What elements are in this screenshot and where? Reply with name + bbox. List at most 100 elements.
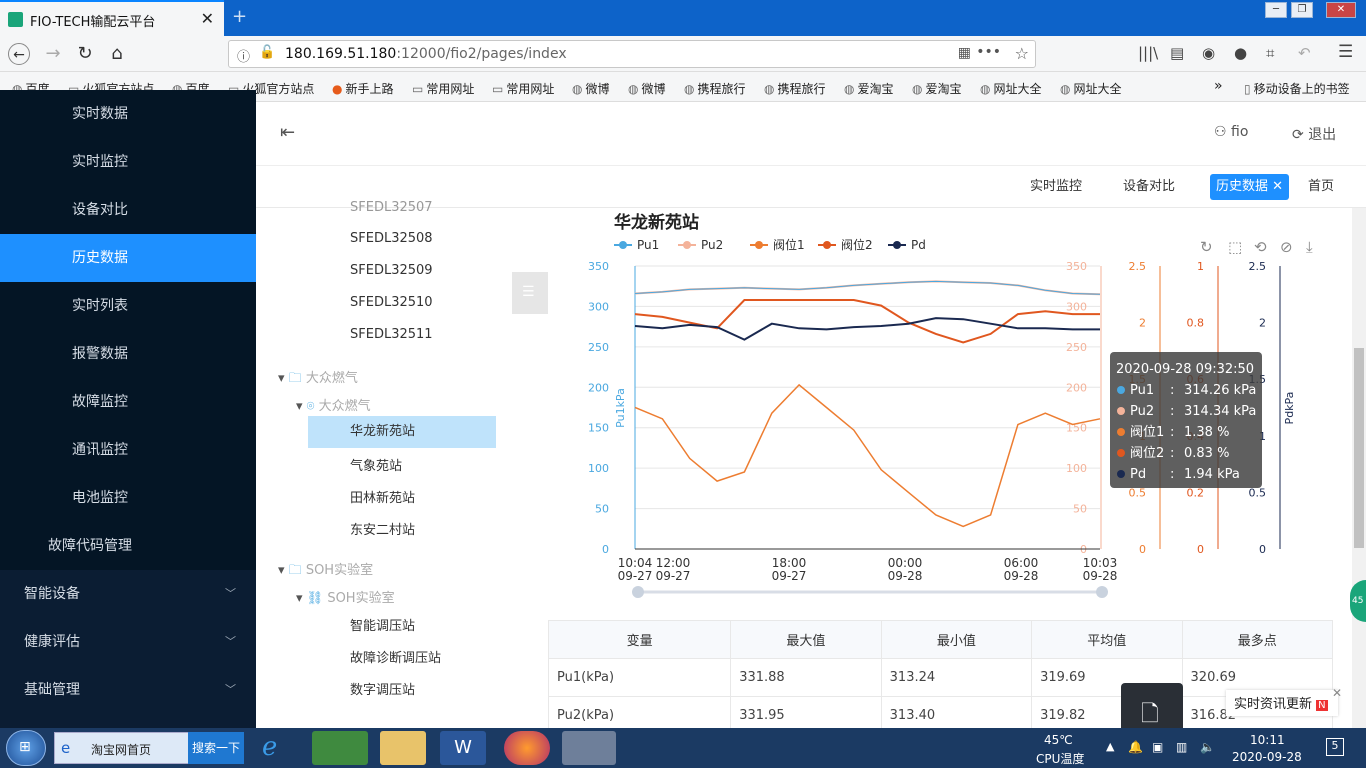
bookmarks-overflow-icon[interactable]: » <box>1214 78 1223 94</box>
chat-icon[interactable]: ● <box>1234 44 1247 62</box>
reload-icon[interactable]: ↻ <box>74 43 96 65</box>
sidebar-item-realtime-data[interactable]: 实时数据 <box>0 90 256 138</box>
action-center-icon[interactable]: 5 <box>1326 738 1344 756</box>
account-icon[interactable]: ◉ <box>1202 44 1215 62</box>
ie-taskbar-icon[interactable]: ℯ <box>262 732 277 762</box>
paint-taskbar-icon[interactable] <box>562 731 616 765</box>
news-toast[interactable]: 实时资讯更新 N <box>1226 690 1338 716</box>
tree-group-label: 大众燃气 <box>318 399 371 414</box>
bookmark-item[interactable]: ◍ 携程旅行 <box>764 80 826 97</box>
sidebar-item-realtime-monitor[interactable]: 实时监控 <box>0 138 256 186</box>
close-tag-icon[interactable]: ✕ <box>1272 179 1283 194</box>
tree-group[interactable]: ▾ 🗀 大众燃气 <box>278 367 358 391</box>
history-chart[interactable]: 华龙新苑站Pu1 Pu2 阀位1 阀位2 Pd ↻ ⬚ ⟲ ⊘ ⤓0501001502002503… <box>548 208 1333 602</box>
more-actions-icon[interactable]: ••• <box>976 44 1001 60</box>
sidebar-toggle-icon[interactable]: ▤ <box>1170 44 1184 62</box>
sidebar-item-comm-monitor[interactable]: 通讯监控 <box>0 426 256 474</box>
maximize-icon[interactable]: ❐ <box>1291 2 1313 18</box>
sidebar-item-fault-code[interactable]: 故障代码管理 <box>0 522 256 570</box>
forward-icon[interactable]: → <box>42 43 64 65</box>
y-tick-label: 0 <box>1259 543 1266 556</box>
taskbar-item-browser[interactable]: e 淘宝网首页 <box>54 732 190 764</box>
sidebar-group-smart-devices[interactable]: 智能设备 ﹀ <box>0 570 256 618</box>
tree-collapse-toggle[interactable]: ☰ <box>512 272 548 314</box>
menu-icon[interactable]: ☰ <box>1338 42 1353 62</box>
clock-time[interactable]: 10:11 <box>1250 733 1285 747</box>
explorer-taskbar-icon[interactable] <box>380 731 426 765</box>
minimize-icon[interactable]: ─ <box>1265 2 1287 18</box>
y-tick-label: 0 <box>602 543 609 556</box>
bookmark-item[interactable]: ◍ 网址大全 <box>1060 80 1122 97</box>
tree-leaf[interactable]: 田林新苑站 <box>350 487 415 506</box>
firefox-taskbar-icon[interactable] <box>504 731 550 765</box>
tree-group[interactable]: ▾ 🗀 SOH实验室 <box>278 559 373 583</box>
scrollbar-thumb[interactable] <box>1354 348 1364 548</box>
tree-leaf[interactable]: 智能调压站 <box>350 615 415 634</box>
sidebar-group-health[interactable]: 健康评估 ﹀ <box>0 618 256 666</box>
qr-code-icon[interactable]: ▦ <box>958 45 971 61</box>
start-button[interactable]: ⊞ <box>6 730 46 766</box>
word-taskbar-icon[interactable]: W <box>440 731 486 765</box>
tree-subgroup[interactable]: ▾ ⛓ SOH实验室 <box>296 587 395 606</box>
sidebar-item-fault-monitor[interactable]: 故障监控 <box>0 378 256 426</box>
speed-ball-widget[interactable]: 45 <box>1350 580 1366 622</box>
browser-tab-active[interactable]: FIO-TECH输配云平台 ✕ <box>0 0 224 36</box>
tree-leaf[interactable]: 气象苑站 <box>350 455 402 474</box>
url-bar[interactable]: ⓘ 🔓 180.169.51.180:12000/fio2/pages/inde… <box>228 40 1036 68</box>
bookmark-item[interactable]: ▭ 常用网址 <box>492 80 554 97</box>
sidebar-group-basic[interactable]: 基础管理 ﹀ <box>0 666 256 714</box>
sidebar-item-history-data[interactable]: 历史数据 <box>0 234 256 282</box>
toast-close-icon[interactable]: ✕ <box>1332 686 1342 700</box>
back-icon[interactable]: ← <box>8 43 30 65</box>
menu-fold-icon[interactable]: ⇤ <box>280 122 295 143</box>
tag-device-compare[interactable]: 设备对比 <box>1117 174 1181 200</box>
close-tab-icon[interactable]: ✕ <box>201 9 214 28</box>
home-icon[interactable]: ⌂ <box>106 43 128 65</box>
sidebar-item-label: 实时数据 <box>72 106 128 122</box>
page-scrollbar[interactable] <box>1352 208 1366 728</box>
taskbar-search-button[interactable]: 搜索一下 <box>188 732 244 764</box>
tree-leaf[interactable]: SFEDL32510 <box>350 295 433 310</box>
tree-leaf[interactable]: SFEDL32509 <box>350 263 433 278</box>
notification-icon[interactable]: 🔔 <box>1128 740 1143 754</box>
bookmark-item[interactable]: ◍ 网址大全 <box>980 80 1042 97</box>
bookmark-item[interactable]: ◍ 爱淘宝 <box>912 80 962 97</box>
new-tab-icon[interactable]: + <box>232 6 247 27</box>
bookmark-star-icon[interactable]: ☆ <box>1015 44 1029 63</box>
undo-icon[interactable]: ↶ <box>1298 44 1311 62</box>
logout-button[interactable]: ⟳ 退出 <box>1292 124 1336 144</box>
tray-app-icon[interactable]: ▥ <box>1176 740 1187 754</box>
tree-leaf[interactable]: SFEDL32508 <box>350 231 433 246</box>
tag-home[interactable]: 首页 <box>1302 174 1340 200</box>
sidebar-item-battery-monitor[interactable]: 电池监控 <box>0 474 256 522</box>
network-status-icon[interactable]: ▣ <box>1152 740 1163 754</box>
clock-date[interactable]: 2020-09-28 <box>1232 750 1302 764</box>
bookmark-item[interactable]: ◍ 携程旅行 <box>684 80 746 97</box>
library-icon[interactable]: |||\ <box>1138 44 1158 62</box>
sidebar-item-device-compare[interactable]: 设备对比 <box>0 186 256 234</box>
bookmark-item[interactable]: ● 新手上路 <box>332 80 394 97</box>
close-window-icon[interactable]: ✕ <box>1326 2 1356 18</box>
tree-leaf[interactable]: SFEDL32511 <box>350 327 433 342</box>
screenshot-icon[interactable]: ⌗ <box>1266 44 1274 62</box>
user-menu[interactable]: ⚇ fio <box>1214 124 1248 140</box>
sidebar-item-realtime-list[interactable]: 实时列表 <box>0 282 256 330</box>
mobile-bookmarks[interactable]: ▯ 移动设备上的书签 <box>1244 80 1350 97</box>
tag-history-data[interactable]: 历史数据 ✕ <box>1210 174 1290 200</box>
wechat-taskbar-icon[interactable] <box>312 731 368 765</box>
tree-leaf[interactable]: 数字调压站 <box>350 679 415 698</box>
tag-realtime-monitor[interactable]: 实时监控 <box>1024 174 1088 200</box>
bookmark-item[interactable]: ◍ 微博 <box>572 80 610 97</box>
bookmark-item[interactable]: ◍ 爱淘宝 <box>844 80 894 97</box>
tree-subgroup[interactable]: ▾ ⌾ 大众燃气 <box>296 395 371 414</box>
tray-expand-icon[interactable]: ▲ <box>1106 740 1114 753</box>
tree-leaf[interactable]: 故障诊断调压站 <box>350 647 441 666</box>
sidebar-item-alarm-data[interactable]: 报警数据 <box>0 330 256 378</box>
bookmark-item[interactable]: ◍ 微博 <box>628 80 666 97</box>
volume-icon[interactable]: 🔈 <box>1200 740 1215 754</box>
tree-leaf[interactable]: SFEDL32507 <box>350 200 433 215</box>
bookmark-item[interactable]: ▭ 常用网址 <box>412 80 474 97</box>
tree-leaf[interactable]: 东安二村站 <box>350 519 415 538</box>
info-icon[interactable]: ⓘ <box>237 46 250 65</box>
tree-leaf-selected[interactable]: 华龙新苑站 <box>308 416 496 448</box>
